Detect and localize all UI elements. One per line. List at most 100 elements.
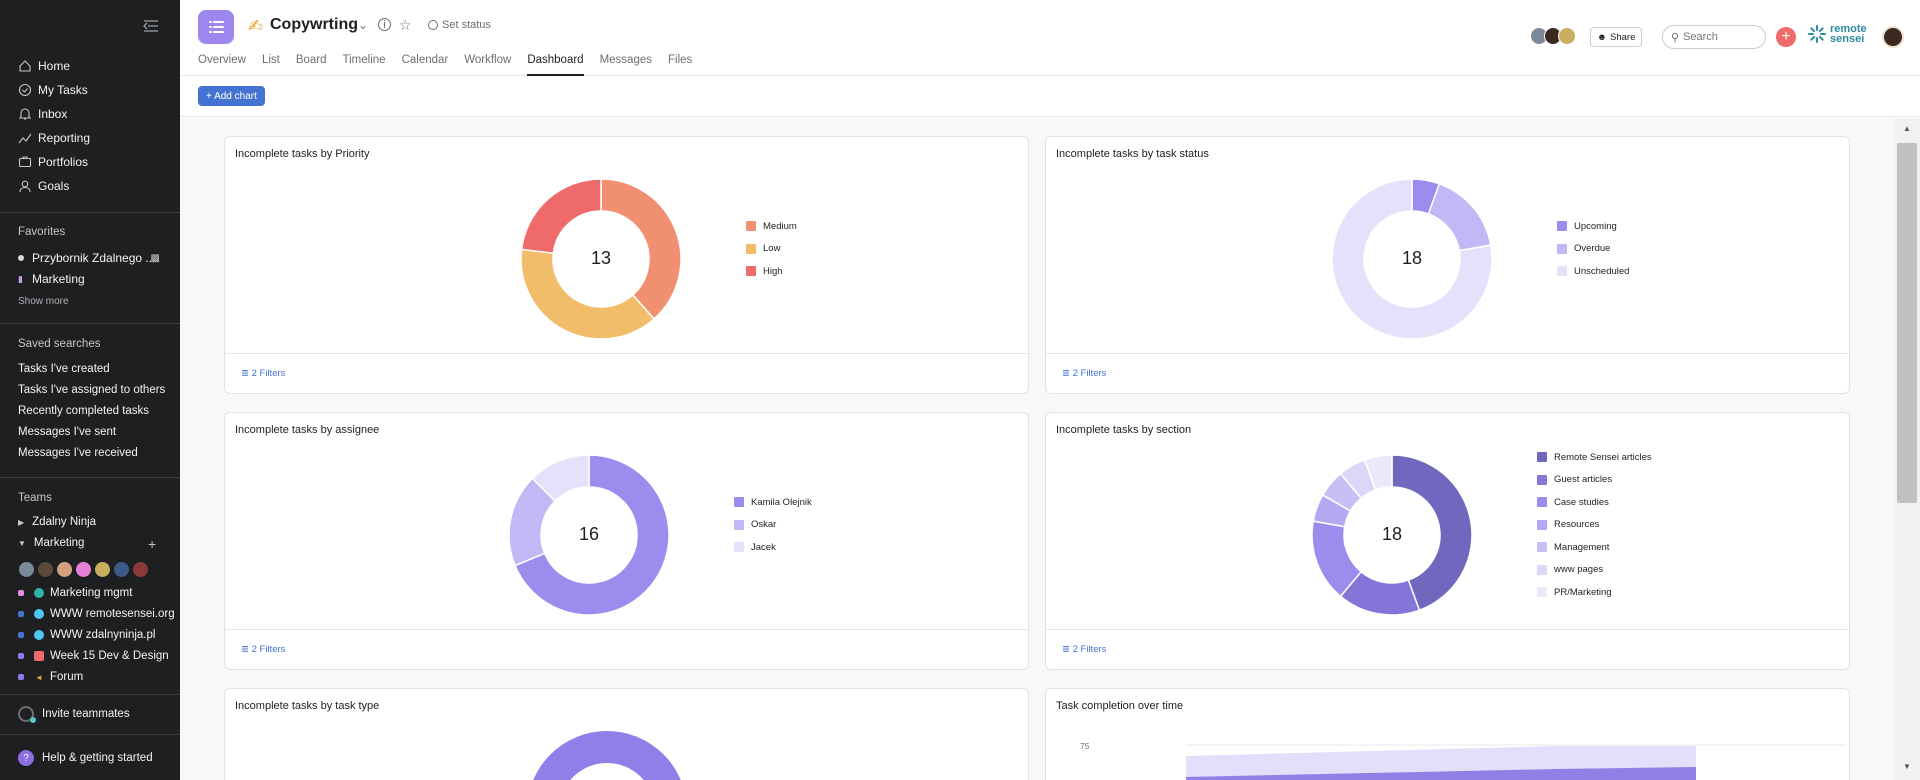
- favorite-item[interactable]: Przybornik Zdalnego ... ▩: [0, 248, 180, 268]
- filters-button[interactable]: ≣ 2 Filters: [1062, 368, 1106, 379]
- avatar: [1558, 27, 1576, 45]
- project-item-week-15[interactable]: Week 15 Dev & Design: [18, 646, 169, 666]
- filters-button[interactable]: ≣ 2 Filters: [241, 368, 285, 379]
- donut-slice[interactable]: [1427, 182, 1492, 252]
- legend-item: Jacek: [734, 536, 812, 559]
- sidebar-divider: [0, 323, 180, 324]
- project-color-dot: [18, 653, 24, 659]
- legend-swatch: [1537, 542, 1547, 553]
- avatar[interactable]: [18, 561, 35, 578]
- show-more-link[interactable]: Show more: [18, 296, 69, 307]
- legend-swatch: [1557, 266, 1567, 277]
- scroll-up-arrow-icon[interactable]: ▲: [1900, 124, 1914, 134]
- sidebar-item-portfolios[interactable]: Portfolios: [0, 150, 180, 174]
- project-title[interactable]: Copywrting: [270, 16, 358, 34]
- scroll-down-arrow-icon[interactable]: ▼: [1900, 762, 1914, 772]
- help-button[interactable]: ? Help & getting started: [18, 750, 153, 766]
- sidebar-item-goals[interactable]: Goals: [0, 174, 180, 198]
- globe-icon: [34, 630, 44, 640]
- project-item-www-zdalnyninja[interactable]: WWW zdalnyninja.pl: [18, 625, 155, 645]
- set-status-button[interactable]: Set status: [428, 19, 491, 31]
- legend-label: Management: [1554, 541, 1610, 553]
- info-icon[interactable]: i: [378, 18, 391, 31]
- tab-files[interactable]: Files: [668, 54, 692, 76]
- tab-timeline[interactable]: Timeline: [343, 54, 386, 76]
- tab-workflow[interactable]: Workflow: [464, 54, 511, 76]
- project-icon: [34, 588, 44, 598]
- add-button[interactable]: +: [1776, 27, 1796, 47]
- chevron-down-icon[interactable]: ⌄: [358, 18, 368, 32]
- tab-calendar[interactable]: Calendar: [402, 54, 449, 76]
- user-avatar[interactable]: [1882, 26, 1904, 48]
- legend-swatch: [1537, 452, 1547, 463]
- avatar[interactable]: [75, 561, 92, 578]
- favorite-item[interactable]: ▮ Marketing: [0, 269, 180, 289]
- saved-search-item[interactable]: Messages I've sent: [18, 426, 116, 438]
- help-icon: ?: [18, 750, 34, 766]
- bar-chart-icon: ▮: [18, 274, 23, 284]
- tab-dashboard[interactable]: Dashboard: [527, 54, 584, 76]
- add-team-member-icon[interactable]: +: [148, 536, 156, 552]
- saved-search-item[interactable]: Messages I've received: [18, 447, 138, 459]
- invite-icon: [18, 706, 36, 723]
- donut-total: 13: [590, 248, 612, 268]
- legend-label: Oskar: [751, 519, 777, 531]
- legend-swatch: [1537, 497, 1547, 508]
- folder-icon: [18, 155, 32, 169]
- sidebar-item-reporting[interactable]: Reporting: [0, 126, 180, 150]
- filters-label: 2 Filters: [1072, 368, 1107, 379]
- sidebar-item-inbox[interactable]: Inbox: [0, 102, 180, 126]
- project-color-dot: [18, 674, 24, 680]
- legend-item: Oskar: [734, 514, 812, 537]
- card-title: Incomplete tasks by assignee: [235, 424, 380, 436]
- filters-button[interactable]: ≣ 2 Filters: [241, 644, 285, 655]
- teams-heading: Teams: [18, 492, 52, 504]
- avatar[interactable]: [56, 561, 73, 578]
- sidebar-item-my-tasks[interactable]: My Tasks: [0, 78, 180, 102]
- legend-label: Overdue: [1574, 243, 1611, 255]
- trash-icon[interactable]: ▩: [151, 253, 160, 264]
- tab-list[interactable]: List: [262, 54, 280, 76]
- filters-button[interactable]: ≣ 2 Filters: [1062, 644, 1106, 655]
- tab-overview[interactable]: Overview: [198, 54, 246, 76]
- donut-slice[interactable]: [520, 178, 602, 255]
- tab-board[interactable]: Board: [296, 54, 327, 76]
- legend-item: Unscheduled: [1557, 260, 1629, 283]
- invite-label: Invite teammates: [42, 708, 130, 720]
- legend-label: Resources: [1554, 519, 1600, 531]
- team-label: Marketing: [33, 537, 85, 549]
- project-item-www-remotesensei[interactable]: WWW remotesensei.org: [18, 604, 175, 624]
- caret-right-icon: ▶: [18, 517, 25, 527]
- avatar[interactable]: [113, 561, 130, 578]
- donut-chart-partial: [533, 731, 681, 780]
- status-circle-icon: [428, 20, 438, 30]
- avatar[interactable]: [37, 561, 54, 578]
- chart-card-task-type: Incomplete tasks by task type: [224, 688, 1029, 780]
- avatar[interactable]: [132, 561, 149, 578]
- avatar[interactable]: [94, 561, 111, 578]
- saved-search-item[interactable]: Tasks I've created: [18, 363, 110, 375]
- invite-teammates-button[interactable]: Invite teammates: [18, 706, 130, 723]
- collapse-sidebar-icon[interactable]: [142, 18, 162, 34]
- project-label: Week 15 Dev & Design: [50, 650, 169, 662]
- project-item-marketing-mgmt[interactable]: Marketing mgmt: [18, 583, 132, 603]
- sidebar-item-home[interactable]: Home: [0, 54, 180, 78]
- scrollbar-thumb[interactable]: [1897, 143, 1917, 503]
- project-item-forum[interactable]: ◄ Forum: [18, 667, 83, 687]
- saved-search-item[interactable]: Recently completed tasks: [18, 405, 149, 417]
- star-icon[interactable]: ☆: [399, 17, 412, 34]
- legend-swatch: [734, 497, 744, 508]
- add-chart-button[interactable]: + Add chart: [198, 86, 265, 106]
- search-input[interactable]: [1683, 31, 1754, 43]
- team-item[interactable]: ▼ Marketing: [18, 537, 84, 549]
- search-box[interactable]: ⚲: [1662, 25, 1766, 49]
- share-button[interactable]: ☻ Share: [1590, 27, 1643, 47]
- team-item[interactable]: ▶ Zdalny Ninja: [18, 516, 96, 528]
- sidebar-item-label: Inbox: [38, 107, 68, 121]
- saved-search-item[interactable]: Tasks I've assigned to others: [18, 384, 165, 396]
- y-axis-tick: 75: [1080, 741, 1090, 751]
- member-avatars[interactable]: [1530, 27, 1576, 45]
- tab-messages[interactable]: Messages: [600, 54, 652, 76]
- list-icon[interactable]: [198, 10, 234, 44]
- filters-label: 2 Filters: [251, 644, 286, 655]
